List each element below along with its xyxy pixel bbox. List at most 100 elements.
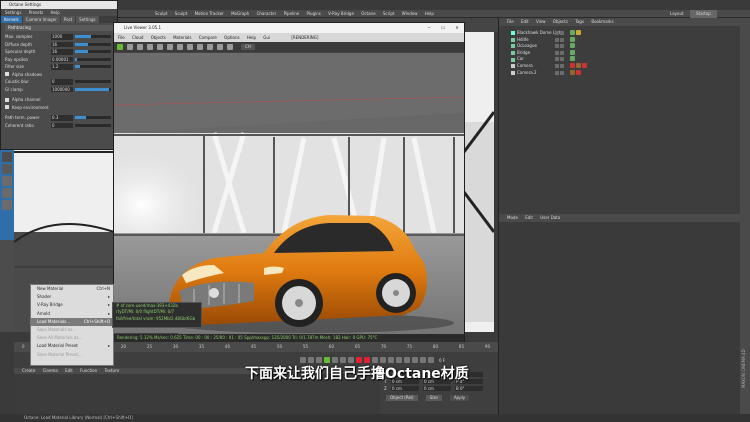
- visibility-dots[interactable]: [555, 37, 565, 42]
- tab-camera-imager[interactable]: Camera Imager: [22, 16, 60, 23]
- menu-item[interactable]: Octane: [361, 10, 375, 18]
- tab-kernels[interactable]: Kernels: [1, 16, 22, 23]
- setting-slider[interactable]: [75, 42, 111, 46]
- more-icon[interactable]: [428, 357, 434, 363]
- visibility-dots[interactable]: [555, 70, 565, 75]
- tag-icon[interactable]: [570, 30, 575, 35]
- render-visibility-dot[interactable]: [560, 44, 564, 49]
- setting-slider[interactable]: [75, 35, 111, 39]
- menu-item[interactable]: Help: [51, 10, 60, 15]
- menu-item[interactable]: Edit: [521, 19, 529, 24]
- grid-icon[interactable]: [420, 357, 426, 363]
- setting-value-field[interactable]: 0.3: [51, 115, 73, 121]
- object-row[interactable]: Bridge: [499, 49, 589, 57]
- apply-button[interactable]: Apply: [449, 395, 470, 401]
- coord-field[interactable]: B 0°: [455, 386, 483, 391]
- keep-environment-row[interactable]: Keep environment: [1, 104, 117, 112]
- visibility-dots[interactable]: [555, 50, 565, 55]
- prev-key-icon[interactable]: [308, 357, 314, 363]
- menu-item[interactable]: Help: [425, 10, 434, 18]
- render-visibility-dot[interactable]: [560, 70, 564, 75]
- menu-item[interactable]: Help: [247, 35, 256, 40]
- menu-item[interactable]: Plugins: [307, 10, 321, 18]
- context-menu-item[interactable]: Load Material Preset ▸: [31, 342, 113, 350]
- editor-visibility-dot[interactable]: [555, 37, 559, 42]
- stop-icon[interactable]: [147, 44, 153, 50]
- region-icon[interactable]: [187, 44, 193, 50]
- visibility-dots[interactable]: [555, 44, 565, 49]
- scale-icon[interactable]: [2, 164, 12, 174]
- menu-item[interactable]: File: [507, 19, 514, 24]
- context-menu-item[interactable]: Arnold ▸: [31, 310, 113, 318]
- checkbox[interactable]: [5, 97, 9, 102]
- visibility-dots[interactable]: [555, 31, 565, 35]
- record-icon[interactable]: [356, 357, 362, 363]
- context-menu-item[interactable]: Load Materials... Ctrl+Shift+O: [31, 317, 113, 326]
- refresh-icon[interactable]: [157, 44, 163, 50]
- object-row[interactable]: Camera: [499, 62, 589, 70]
- menu-item[interactable]: Sculpt: [175, 10, 188, 18]
- go-end-icon[interactable]: [348, 357, 354, 363]
- context-menu-item[interactable]: V-Ray Bridge ▸: [31, 301, 113, 309]
- menu-item[interactable]: Gui: [263, 35, 270, 40]
- coord-field[interactable]: 0 cm: [391, 386, 419, 391]
- checkbox[interactable]: [5, 105, 9, 110]
- move-key-icon[interactable]: [380, 357, 386, 363]
- menu-item[interactable]: Presets: [29, 10, 44, 15]
- tag-icon[interactable]: [570, 56, 575, 62]
- tag-icon[interactable]: [570, 69, 575, 75]
- editor-visibility-dot[interactable]: [555, 70, 559, 75]
- editor-visibility-dot[interactable]: [555, 31, 559, 35]
- render-visibility-dot[interactable]: [560, 63, 564, 68]
- next-frame-icon[interactable]: [332, 357, 338, 363]
- menu-item[interactable]: Objects: [553, 19, 568, 24]
- alpha-shadows-row[interactable]: Alpha shadows: [1, 71, 117, 79]
- setting-value-field[interactable]: 0: [51, 122, 73, 128]
- material-icon[interactable]: [2, 152, 12, 162]
- object-row[interactable]: OcLeague: [499, 43, 589, 50]
- object-row[interactable]: Camera.2: [499, 69, 589, 77]
- menu-item[interactable]: Script: [383, 10, 395, 18]
- channel-select[interactable]: CH: [241, 44, 255, 50]
- editor-visibility-dot[interactable]: [555, 44, 559, 49]
- setting-value-field[interactable]: 1.2: [51, 64, 73, 70]
- setting-slider[interactable]: [75, 116, 111, 120]
- sphere-icon[interactable]: [197, 44, 203, 50]
- tag-icon[interactable]: [582, 62, 587, 68]
- tag-icon[interactable]: [570, 62, 575, 68]
- tag-icon[interactable]: [570, 43, 575, 49]
- menu-item[interactable]: Sculpt: [155, 10, 168, 18]
- pla-key-icon[interactable]: [412, 357, 418, 363]
- play-icon[interactable]: [324, 357, 330, 363]
- menu-item[interactable]: User Data: [540, 215, 560, 220]
- menu-item[interactable]: V-Ray Bridge: [328, 10, 354, 18]
- render-visibility-dot[interactable]: [560, 37, 564, 42]
- go-start-icon[interactable]: [300, 357, 306, 363]
- menu-item[interactable]: Create: [22, 368, 35, 373]
- render-visibility-dot[interactable]: [560, 57, 564, 62]
- close-icon[interactable]: ✕: [450, 23, 464, 33]
- render-visibility-dot[interactable]: [560, 50, 564, 55]
- setting-slider[interactable]: [75, 80, 111, 84]
- pause-icon[interactable]: [137, 44, 143, 50]
- autokey-icon[interactable]: [364, 357, 370, 363]
- editor-visibility-dot[interactable]: [555, 57, 559, 62]
- pick-icon[interactable]: [207, 44, 213, 50]
- menu-item[interactable]: Window: [402, 10, 418, 18]
- menu-item[interactable]: Bookmarks: [591, 19, 613, 24]
- coord-mode-select[interactable]: Object (Rel): [386, 395, 418, 401]
- layout-select[interactable]: Startup: [690, 10, 717, 18]
- menu-item[interactable]: Tags: [575, 19, 584, 24]
- menu-item[interactable]: Options: [224, 35, 239, 40]
- menu-item[interactable]: File: [118, 35, 125, 40]
- setting-value-field[interactable]: 1000000: [51, 86, 73, 92]
- setting-slider[interactable]: [75, 87, 111, 91]
- setting-value-field[interactable]: 16: [51, 41, 73, 47]
- tag-icon[interactable]: [570, 36, 575, 42]
- model-icon[interactable]: [2, 176, 12, 186]
- play-icon[interactable]: [127, 44, 133, 50]
- tag-icon[interactable]: [576, 69, 581, 75]
- texture-icon[interactable]: [2, 188, 12, 198]
- focus-icon[interactable]: [217, 44, 223, 50]
- setting-value-field[interactable]: 1000: [51, 34, 73, 40]
